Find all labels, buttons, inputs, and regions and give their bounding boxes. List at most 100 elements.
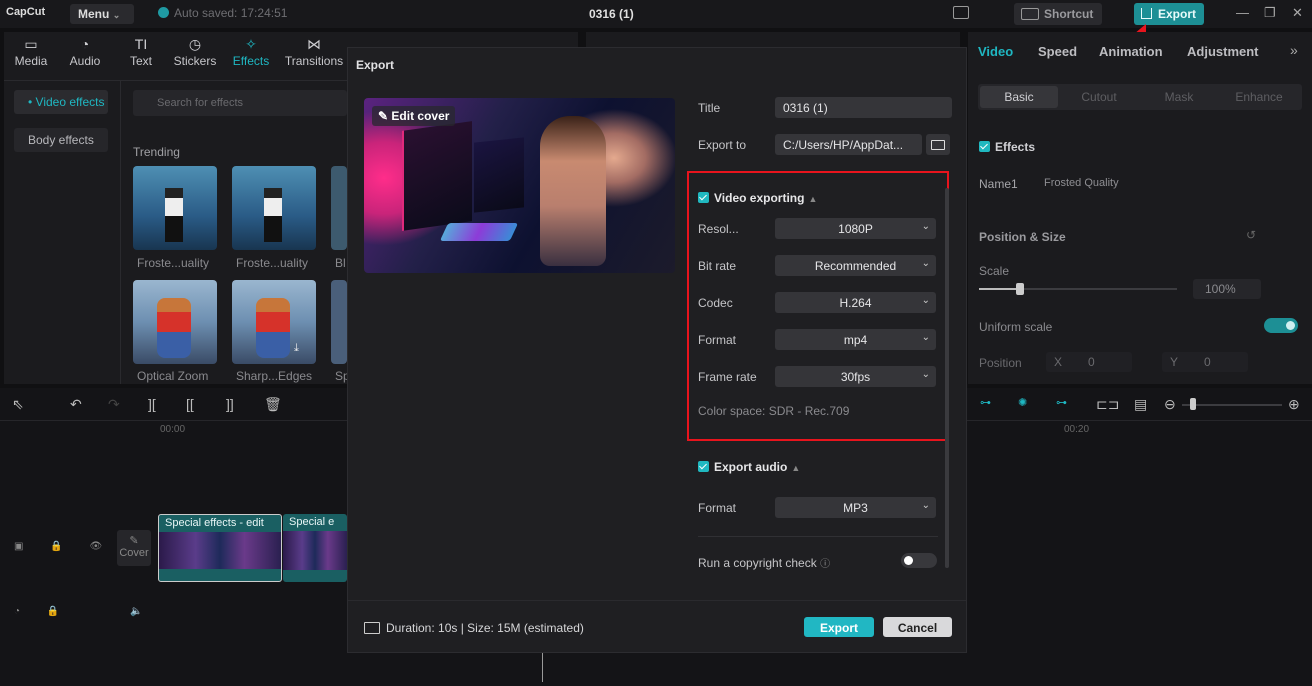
subtab-enhance[interactable]: Enhance	[1220, 86, 1298, 108]
tab-media[interactable]: ▭ Media	[6, 36, 56, 68]
codec-label: Codec	[698, 296, 733, 310]
cancel-button[interactable]: Cancel	[883, 617, 952, 637]
title-label: Title	[698, 101, 721, 115]
bitrate-select[interactable]: Recommended ⌄	[775, 255, 936, 276]
effects-icon: ✧	[245, 36, 257, 52]
split-right-icon[interactable]: ]]	[226, 396, 234, 412]
tab-stickers[interactable]: ◷ Stickers	[170, 36, 220, 68]
tab-animation[interactable]: Animation	[1099, 44, 1163, 59]
menu-button[interactable]: Menu ⌄	[70, 4, 134, 24]
cover-label: Cover	[119, 547, 149, 559]
audio-format-label: Format	[698, 501, 737, 515]
delete-icon[interactable]: 🗑	[264, 396, 282, 413]
export-icon	[1141, 8, 1152, 19]
minimize-icon[interactable]: —	[1236, 5, 1249, 20]
subtab-cutout[interactable]: Cutout	[1060, 86, 1138, 108]
layout-icon[interactable]	[953, 6, 969, 19]
magnet-icon[interactable]: ✺	[1018, 396, 1027, 409]
effect-thumb[interactable]	[331, 280, 347, 364]
keyboard-icon	[1021, 8, 1039, 20]
tab-speed[interactable]: Speed	[1038, 44, 1077, 59]
scale-input[interactable]: 100%	[1193, 279, 1261, 299]
export-path-input[interactable]: C:/Users/HP/AppDat...	[775, 134, 922, 155]
tab-effects[interactable]: ✧ Effects	[226, 36, 276, 68]
audio-format-value: MP3	[843, 501, 868, 515]
position-y-input[interactable]: Y0	[1162, 352, 1248, 372]
codec-select[interactable]: H.264 ⌄	[775, 292, 936, 313]
effect-thumb[interactable]	[331, 166, 347, 250]
zoom-slider-handle[interactable]	[1190, 398, 1196, 410]
timeline-clip[interactable]: Special effects - edit	[158, 514, 282, 582]
audio-icon: ◔	[80, 36, 90, 52]
uniform-scale-toggle[interactable]	[1264, 318, 1298, 333]
resolution-select[interactable]: 1080P ⌄	[775, 218, 936, 239]
caption-icon[interactable]: ▤	[1134, 396, 1147, 413]
zoom-slider[interactable]	[1182, 404, 1282, 406]
split-left-icon[interactable]: [[	[186, 396, 194, 412]
scale-slider-fill	[979, 288, 1019, 290]
info-icon[interactable]: ⓘ	[820, 559, 830, 570]
split-icon[interactable]: ][	[148, 396, 156, 412]
snap-icon[interactable]: ⊶	[1056, 396, 1067, 409]
section-trending: Trending	[133, 145, 180, 159]
redo-icon[interactable]: ↷	[108, 396, 120, 413]
pencil-icon: ✎	[129, 535, 139, 547]
shortcut-button[interactable]: Shortcut	[1014, 3, 1102, 25]
clip-label: Special e	[289, 516, 335, 528]
zoom-out-icon[interactable]: ⊖	[1164, 396, 1176, 413]
format-select[interactable]: mp4 ⌄	[775, 329, 936, 350]
undo-icon[interactable]: ↶	[70, 396, 82, 413]
copyright-text: Run a copyright check	[698, 556, 817, 570]
title-input[interactable]: 0316 (1)	[775, 97, 952, 118]
tab-adjustment[interactable]: Adjustment	[1187, 44, 1259, 59]
format-value: mp4	[843, 333, 868, 347]
playhead[interactable]	[542, 650, 543, 682]
preview-axis-icon[interactable]: ⊏⊐	[1096, 396, 1119, 413]
edit-cover-button[interactable]: ✎ Edit cover	[372, 106, 456, 126]
cover-button[interactable]: ✎ Cover	[117, 530, 151, 566]
caret-up-icon: ▲	[791, 463, 801, 473]
folder-button[interactable]	[926, 134, 950, 155]
track-controls[interactable]: ◔ 🔒 🔈	[14, 606, 155, 617]
reset-icon[interactable]: ↺	[1246, 228, 1256, 242]
folder-icon	[931, 140, 945, 150]
select-tool-icon[interactable]: ⇖	[12, 396, 24, 413]
effect-label: Froste...uality	[236, 256, 309, 270]
toggle-knob	[904, 556, 913, 565]
tab-transitions[interactable]: ⋈ Transitions	[284, 36, 344, 68]
link-icon[interactable]: ⊶	[980, 396, 991, 409]
position-x-input[interactable]: X0	[1046, 352, 1132, 372]
effect-thumb[interactable]: ⤓	[232, 280, 316, 364]
figure	[165, 188, 183, 242]
subtab-basic[interactable]: Basic	[980, 86, 1058, 108]
effects-section[interactable]: Effects	[979, 140, 1035, 154]
framerate-select[interactable]: 30fps ⌄	[775, 366, 936, 387]
download-icon[interactable]: ⤓	[294, 342, 299, 355]
effect-thumb[interactable]	[232, 166, 316, 250]
autosave-status: Auto saved: 17:24:51	[158, 6, 287, 20]
framerate-label: Frame rate	[698, 370, 757, 384]
caret-up-icon: ▲	[808, 194, 818, 204]
scale-slider-handle[interactable]	[1016, 283, 1024, 295]
side-body-effects[interactable]: Body effects	[14, 128, 108, 152]
copyright-toggle[interactable]	[901, 553, 937, 568]
divider	[348, 600, 966, 601]
timeline-clip[interactable]: Special e	[283, 514, 347, 582]
export-button[interactable]: Export	[804, 617, 874, 637]
more-tabs-icon[interactable]: »	[1290, 42, 1298, 58]
audio-format-select[interactable]: MP3 ⌄	[775, 497, 936, 518]
audio-export-toggle[interactable]: Export audio ▲	[698, 460, 800, 474]
side-video-effects[interactable]: • Video effects	[14, 90, 108, 114]
effect-thumb[interactable]	[133, 166, 217, 250]
close-icon[interactable]: ✕	[1292, 5, 1303, 21]
video-export-toggle[interactable]: Video exporting ▲	[698, 191, 817, 205]
tab-text[interactable]: TI Text	[116, 36, 166, 68]
tab-audio[interactable]: ◔ Audio	[60, 36, 110, 68]
effect-thumb[interactable]	[133, 280, 217, 364]
subtab-mask[interactable]: Mask	[1140, 86, 1218, 108]
zoom-in-icon[interactable]: ⊕	[1288, 396, 1300, 413]
restore-icon[interactable]: ❐	[1264, 5, 1276, 21]
effects-search-input[interactable]: Search for effects	[133, 90, 347, 116]
scrollbar[interactable]	[945, 188, 949, 568]
tab-video[interactable]: Video	[978, 44, 1013, 59]
